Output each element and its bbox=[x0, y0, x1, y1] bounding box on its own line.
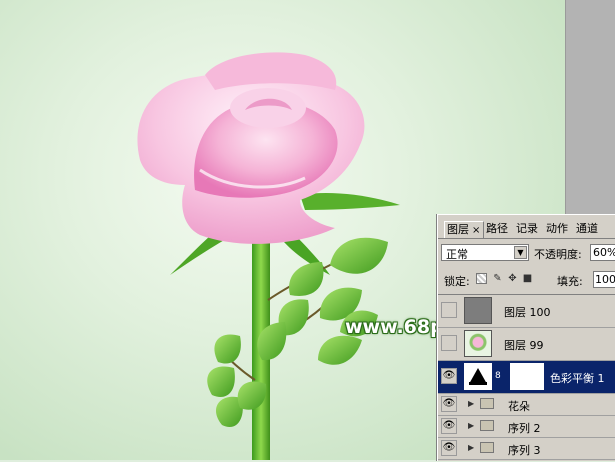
blend-row: 正常 ▼ 不透明度: 60% bbox=[441, 244, 615, 264]
layer-name: 序列 3 bbox=[508, 444, 541, 457]
rose-center bbox=[230, 88, 306, 128]
leaf bbox=[330, 237, 388, 274]
layer-name: 序列 2 bbox=[508, 422, 541, 435]
tab-layers[interactable]: 图层 × bbox=[444, 221, 484, 238]
tab-history[interactable]: 记录 bbox=[514, 221, 540, 237]
layer-row[interactable]: 图层 100 bbox=[438, 295, 615, 328]
eye-icon[interactable]: 👁 bbox=[441, 368, 457, 384]
tab-layers-label: 图层 bbox=[447, 223, 469, 236]
blend-mode-value: 正常 bbox=[446, 248, 468, 261]
link-icon: 8 bbox=[495, 371, 501, 381]
close-icon[interactable]: × bbox=[472, 225, 480, 236]
layer-group-row[interactable]: 👁 ▶ 序列 3 bbox=[438, 438, 615, 460]
chevron-down-icon[interactable]: ▼ bbox=[514, 246, 527, 259]
sepal bbox=[300, 193, 400, 210]
fill-label: 填充: bbox=[557, 275, 583, 288]
opacity-input[interactable]: 60% bbox=[590, 244, 615, 261]
workspace-background bbox=[565, 0, 615, 214]
layer-thumbnail bbox=[464, 297, 492, 324]
lock-move-icon[interactable]: ✥ bbox=[507, 273, 518, 284]
lock-row: 锁定: ✎ ✥ ■ 填充: 100% bbox=[441, 271, 615, 290]
layer-mask-thumbnail[interactable] bbox=[510, 363, 544, 390]
lock-all-icon[interactable]: ■ bbox=[522, 273, 533, 284]
adjustment-icon bbox=[464, 363, 492, 390]
leaf bbox=[318, 335, 362, 365]
layer-name: 图层 99 bbox=[504, 339, 544, 352]
blend-mode-select[interactable]: 正常 ▼ bbox=[441, 244, 529, 261]
layer-thumbnail bbox=[464, 330, 492, 357]
layer-name: 花朵 bbox=[508, 400, 530, 413]
layers-panel: 图层× 路径 记录 动作 通道 正常 ▼ 不透明度: 60% 锁定: ✎ ✥ ■… bbox=[437, 214, 615, 461]
leaf bbox=[207, 366, 235, 397]
layer-name: 图层 100 bbox=[504, 306, 551, 319]
eye-icon[interactable]: 👁 bbox=[441, 418, 457, 434]
expand-triangle-icon[interactable]: ▶ bbox=[468, 421, 474, 430]
layer-group-row[interactable]: 👁 ▶ 花朵 bbox=[438, 394, 615, 416]
visibility-toggle[interactable] bbox=[441, 302, 457, 318]
layer-row[interactable]: 图层 99 bbox=[438, 328, 615, 361]
lock-label: 锁定: bbox=[444, 275, 470, 288]
layer-group-row[interactable]: 👁 ▶ 序列 2 bbox=[438, 416, 615, 438]
expand-triangle-icon[interactable]: ▶ bbox=[468, 443, 474, 452]
tab-channels[interactable]: 通道 bbox=[574, 221, 600, 237]
visibility-toggle[interactable] bbox=[441, 335, 457, 351]
leaf bbox=[214, 334, 241, 364]
leaf bbox=[289, 262, 324, 296]
folder-icon bbox=[480, 420, 494, 431]
expand-triangle-icon[interactable]: ▶ bbox=[468, 399, 474, 408]
tab-actions[interactable]: 动作 bbox=[544, 221, 570, 237]
folder-icon bbox=[480, 442, 494, 453]
layers-list: 图层 100 图层 99 👁 8 色彩平衡 1 👁 ▶ 花朵 👁 ▶ 序列 2 bbox=[438, 294, 615, 462]
layer-name: 色彩平衡 1 bbox=[550, 372, 605, 385]
tab-paths[interactable]: 路径 bbox=[484, 221, 510, 237]
lock-brush-icon[interactable]: ✎ bbox=[492, 273, 503, 284]
eye-icon[interactable]: 👁 bbox=[441, 396, 457, 412]
opacity-label: 不透明度: bbox=[534, 248, 582, 261]
lock-transparent-icon[interactable] bbox=[476, 273, 487, 284]
panel-tabs: 图层 × 路径 记录 动作 通道 bbox=[438, 221, 615, 239]
eye-icon[interactable]: 👁 bbox=[441, 440, 457, 456]
layer-row-selected[interactable]: 👁 8 色彩平衡 1 bbox=[438, 361, 615, 394]
folder-icon bbox=[480, 398, 494, 409]
fill-input[interactable]: 100% bbox=[593, 271, 615, 288]
